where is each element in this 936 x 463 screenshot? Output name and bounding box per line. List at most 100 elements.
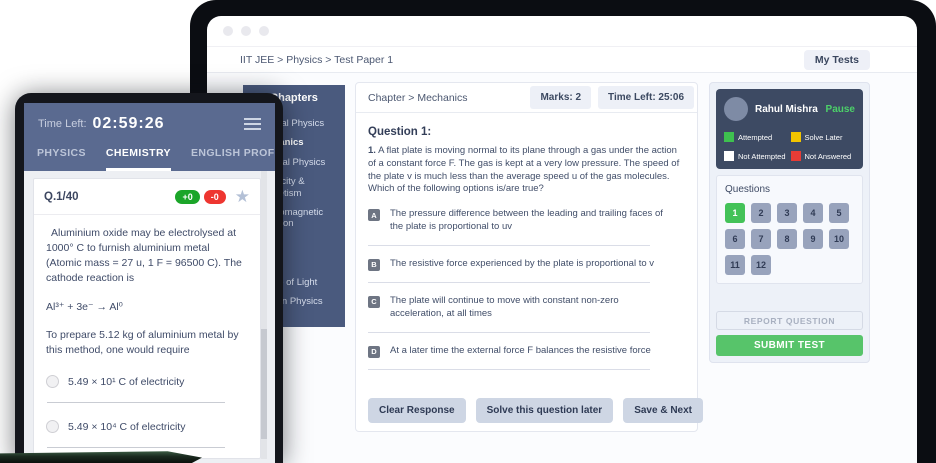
phone-question-meta-row: Q.1/40 +0 -0 ★ xyxy=(34,179,260,215)
questions-panel: Questions 1 2 3 4 5 6 7 8 9 10 11 12 xyxy=(716,175,863,284)
question-number-11[interactable]: 11 xyxy=(725,255,745,275)
phone-option-2-label: 5.49 × 10⁴ C of electricity xyxy=(68,421,185,433)
option-c[interactable]: C The plate will continue to move with c… xyxy=(368,295,685,321)
option-b[interactable]: B The resistive force experienced by the… xyxy=(368,258,685,271)
phone-screen: Time Left: 02:59:26 PHYSICS CHEMISTRY EN… xyxy=(24,103,275,463)
question-number-7[interactable]: 7 xyxy=(751,229,771,249)
legend-solve-later: Solve Later xyxy=(791,132,856,142)
user-card-top: Rahul Mishra Pause xyxy=(724,97,855,121)
marks-badge: Marks: 2 xyxy=(530,86,591,109)
option-d-text: At a later time the external force F bal… xyxy=(390,345,651,358)
tab-physics[interactable]: PHYSICS xyxy=(37,147,86,171)
chapter-path: Chapter > Mechanics xyxy=(368,92,468,104)
phone-question-text: Aluminium oxide may be electrolysed at 1… xyxy=(46,226,248,286)
question-number-10[interactable]: 10 xyxy=(829,229,849,249)
submit-test-button[interactable]: SUBMIT TEST xyxy=(716,335,863,356)
scrollbar-thumb[interactable] xyxy=(261,329,267,438)
question-card-header: Chapter > Mechanics Marks: 2 Time Left: … xyxy=(356,83,697,113)
question-title: Question 1: xyxy=(368,126,685,138)
question-number-grid: 1 2 3 4 5 6 7 8 9 10 11 12 xyxy=(725,203,854,275)
option-d[interactable]: D At a later time the external force F b… xyxy=(368,345,685,358)
divider xyxy=(47,402,225,403)
option-a-text: The pressure difference between the lead… xyxy=(390,208,668,234)
option-a[interactable]: A The pressure difference between the le… xyxy=(368,208,685,234)
divider xyxy=(368,245,650,246)
desktop-content: Chapters General Physics Mechanics Therm… xyxy=(207,73,917,463)
my-tests-button[interactable]: My Tests xyxy=(804,50,870,70)
window-dot-icon xyxy=(241,26,251,36)
status-panel: Rahul Mishra Pause Attempted Solve Later… xyxy=(709,82,870,363)
negative-marks-pill: -0 xyxy=(204,190,226,204)
time-left-label: Time Left: xyxy=(38,118,87,130)
question-number-1[interactable]: 1 xyxy=(725,203,745,223)
hamburger-menu-icon[interactable] xyxy=(244,118,261,130)
question-number-9[interactable]: 9 xyxy=(803,229,823,249)
tab-chemistry[interactable]: CHEMISTRY xyxy=(106,147,171,171)
legend-attempted: Attempted xyxy=(724,132,789,142)
positive-marks-pill: +0 xyxy=(175,190,199,204)
phone-option-1-label: 5.49 × 10¹ C of electricity xyxy=(68,376,184,388)
not-attempted-swatch-icon xyxy=(724,151,734,161)
pause-button[interactable]: Pause xyxy=(826,104,855,115)
breadcrumb: IIT JEE > Physics > Test Paper 1 xyxy=(240,54,393,66)
option-a-letter-badge: A xyxy=(368,209,380,221)
radio-button-icon[interactable] xyxy=(46,420,59,433)
desktop-window: IIT JEE > Physics > Test Paper 1 My Test… xyxy=(207,16,917,463)
divider xyxy=(368,282,650,283)
legend-not-answered: Not Answered xyxy=(791,151,856,161)
scrollbar-track[interactable] xyxy=(261,171,267,459)
phone-question-body: Aluminium oxide may be electrolysed at 1… xyxy=(34,215,260,459)
question-number-5[interactable]: 5 xyxy=(829,203,849,223)
phone-timer-row: Time Left: 02:59:26 xyxy=(24,115,275,133)
avatar xyxy=(724,97,748,121)
question-card: Chapter > Mechanics Marks: 2 Time Left: … xyxy=(355,82,698,432)
cathode-reaction-formula: Al³⁺ + 3e⁻ → Al⁰ xyxy=(46,301,248,313)
question-card-body: Question 1: 1. A flat plate is moving no… xyxy=(356,113,697,431)
question-number-4[interactable]: 4 xyxy=(803,203,823,223)
question-number-3[interactable]: 3 xyxy=(777,203,797,223)
question-number-12[interactable]: 12 xyxy=(751,255,771,275)
questions-title: Questions xyxy=(725,184,854,195)
question-number-prefix: 1. xyxy=(368,145,376,156)
question-number-6[interactable]: 6 xyxy=(725,229,745,249)
option-c-letter-badge: C xyxy=(368,296,380,308)
screenshot-stage: IIT JEE > Physics > Test Paper 1 My Test… xyxy=(0,0,936,463)
divider xyxy=(368,369,650,370)
time-left-value: 02:59:26 xyxy=(93,115,165,133)
status-legend: Attempted Solve Later Not Attempted Not … xyxy=(724,132,855,161)
option-c-text: The plate will continue to move with con… xyxy=(390,295,668,321)
phone-question-card: Q.1/40 +0 -0 ★ Aluminium oxide may be el… xyxy=(33,178,261,459)
option-b-letter-badge: B xyxy=(368,259,380,271)
question-number-8[interactable]: 8 xyxy=(777,229,797,249)
tab-english-proficiency[interactable]: ENGLISH PROFICIENCY xyxy=(191,147,275,171)
option-d-letter-badge: D xyxy=(368,346,380,358)
question-counter: Q.1/40 xyxy=(44,191,79,203)
phone-body: Q.1/40 +0 -0 ★ Aluminium oxide may be el… xyxy=(24,171,275,459)
subject-tabs: PHYSICS CHEMISTRY ENGLISH PROFICIENCY xyxy=(24,133,275,171)
solve-later-swatch-icon xyxy=(791,132,801,142)
radio-button-icon[interactable] xyxy=(46,375,59,388)
phone-header: Time Left: 02:59:26 PHYSICS CHEMISTRY EN… xyxy=(24,103,275,171)
user-name: Rahul Mishra xyxy=(755,104,818,115)
divider xyxy=(368,332,650,333)
window-dot-icon xyxy=(223,26,233,36)
window-dot-icon xyxy=(259,26,269,36)
phone-option-1[interactable]: 5.49 × 10¹ C of electricity xyxy=(46,375,248,388)
clear-response-button[interactable]: Clear Response xyxy=(368,398,466,423)
time-left-badge: Time Left: 25:06 xyxy=(598,86,694,109)
user-card: Rahul Mishra Pause Attempted Solve Later… xyxy=(716,89,863,169)
question-actions: Clear Response Solve this question later… xyxy=(368,388,685,423)
bookmark-star-icon[interactable]: ★ xyxy=(235,188,250,205)
option-b-text: The resistive force experienced by the p… xyxy=(390,258,654,271)
solve-later-button[interactable]: Solve this question later xyxy=(476,398,614,423)
legend-not-attempted: Not Attempted xyxy=(724,151,789,161)
report-question-button[interactable]: REPORT QUESTION xyxy=(716,311,863,330)
phone-mockup: Time Left: 02:59:26 PHYSICS CHEMISTRY EN… xyxy=(15,93,283,463)
not-answered-swatch-icon xyxy=(791,151,801,161)
question-text: 1. A flat plate is moving normal to its … xyxy=(368,145,685,196)
breadcrumb-bar: IIT JEE > Physics > Test Paper 1 My Test… xyxy=(207,47,917,73)
save-next-button[interactable]: Save & Next xyxy=(623,398,703,423)
phone-option-2[interactable]: 5.49 × 10⁴ C of electricity xyxy=(46,420,248,433)
question-number-2[interactable]: 2 xyxy=(751,203,771,223)
phone-question-text-2: To prepare 5.12 kg of aluminium metal by… xyxy=(46,328,248,358)
